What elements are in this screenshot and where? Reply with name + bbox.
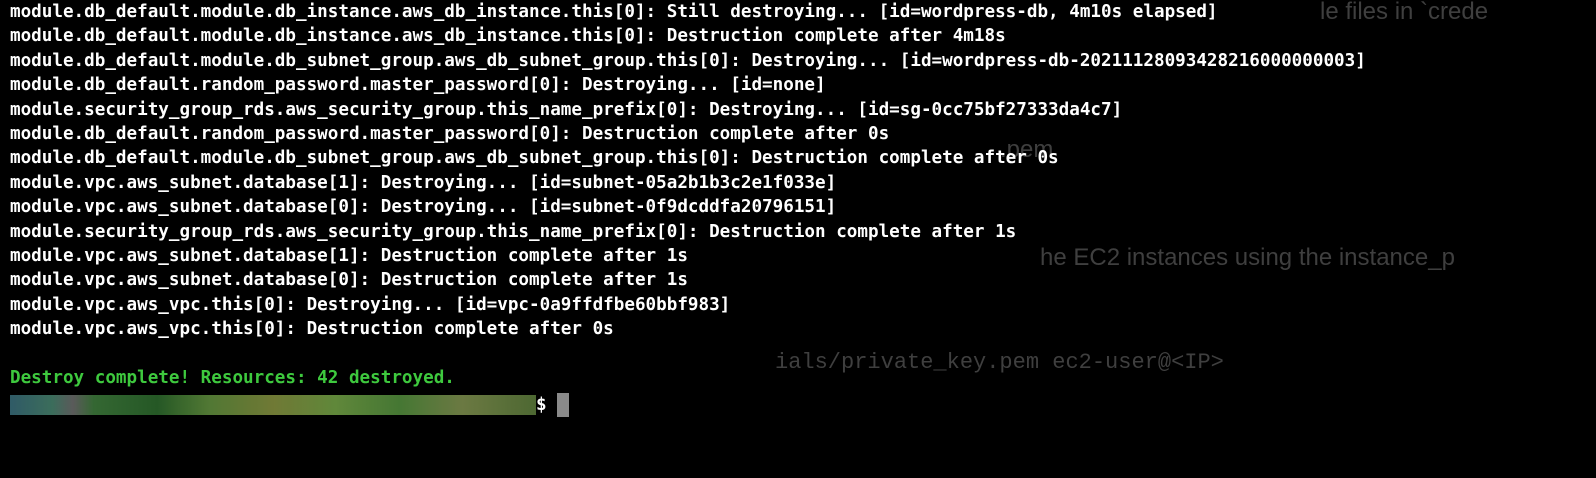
terminal-window[interactable]: le files in `crede .pem he EC2 instances… xyxy=(0,0,1596,478)
terminal-output: module.db_default.module.db_instance.aws… xyxy=(10,0,1366,420)
output-line: module.db_default.random_password.master… xyxy=(10,75,826,96)
output-line: module.db_default.module.db_instance.aws… xyxy=(10,26,1006,47)
text-cursor[interactable] xyxy=(556,393,569,418)
output-line: module.security_group_rds.aws_security_g… xyxy=(10,221,1017,242)
output-line: module.db_default.random_password.master… xyxy=(10,123,890,144)
prompt-symbol: $ xyxy=(536,395,547,416)
output-line: module.vpc.aws_vpc.this[0]: Destroying..… xyxy=(10,294,731,315)
output-line: module.vpc.aws_subnet.database[0]: Destr… xyxy=(10,270,688,291)
shell-prompt[interactable]: $ xyxy=(10,390,1366,420)
output-line: module.vpc.aws_subnet.database[1]: Destr… xyxy=(10,245,688,266)
output-line: module.vpc.aws_subnet.database[0]: Destr… xyxy=(10,197,837,218)
output-line: module.db_default.module.db_subnet_group… xyxy=(10,50,1366,71)
destroy-summary: Destroy complete! Resources: 42 destroye… xyxy=(10,367,455,388)
output-line: module.db_default.module.db_instance.aws… xyxy=(10,2,1218,22)
output-line: module.db_default.module.db_subnet_group… xyxy=(10,148,1059,169)
output-line: module.vpc.aws_subnet.database[1]: Destr… xyxy=(10,172,837,193)
output-line: module.vpc.aws_vpc.this[0]: Destruction … xyxy=(10,319,614,340)
output-line: module.security_group_rds.aws_security_g… xyxy=(10,99,1123,120)
redacted-prompt-user-host xyxy=(10,395,536,416)
